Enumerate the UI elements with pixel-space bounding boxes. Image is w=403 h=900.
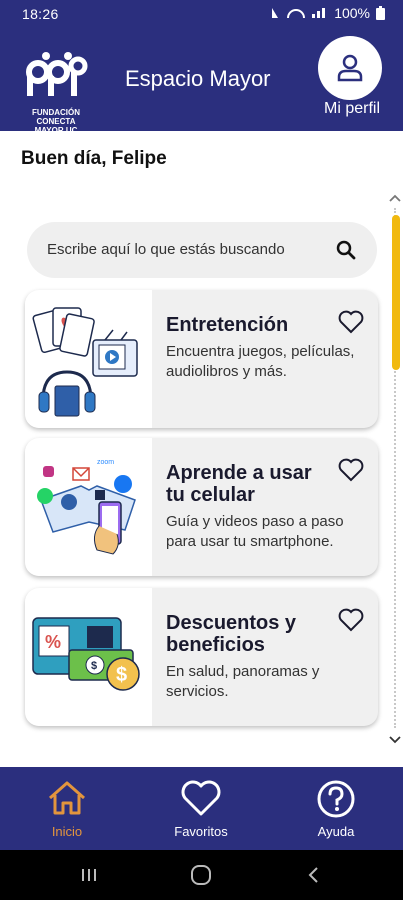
battery-text: 100% [334,5,370,21]
home-icon [49,781,85,815]
svg-text:%: % [45,632,61,652]
status-icons: 100% [268,5,385,21]
chevron-down-icon[interactable] [388,735,402,745]
card-title: Descuentos y beneficios [166,612,297,656]
card-entretencion[interactable]: Entretención Encuentra juegos, películas… [25,290,378,428]
heart-icon[interactable] [338,310,364,334]
card-aprende-celular[interactable]: zoom Aprende a usar tu celular Guía y vi… [25,438,378,576]
search-bar[interactable]: Escribe aquí lo que estás buscando [27,222,377,278]
signal-icon [272,8,326,19]
status-time: 18:26 [22,6,59,22]
help-icon [317,780,355,818]
bottom-navigation: Inicio Favoritos Ayuda [0,767,403,850]
smartphone-illustration: zoom [25,438,152,576]
profile-label[interactable]: Mi perfil [312,100,392,118]
nav-label: Inicio [51,824,83,839]
status-bar: 18:26 100% [0,0,403,28]
entertainment-illustration [25,290,152,428]
discounts-illustration: % $ $ [25,588,152,726]
svg-text:$: $ [116,664,127,686]
chevron-up-icon[interactable] [388,193,402,203]
heart-icon[interactable] [338,458,364,482]
logo-text: FUNDACIÓN CONECTA MAYOR UC [32,108,80,135]
card-description: Guía y videos paso a paso para usar tu s… [166,513,344,550]
battery-icon [376,6,385,20]
back-icon[interactable] [307,866,319,884]
profile-button[interactable] [318,36,382,100]
system-navigation [0,850,403,900]
heart-icon[interactable] [338,608,364,632]
nav-favoritos[interactable]: Favoritos [146,767,256,850]
nav-inicio[interactable]: Inicio [12,767,122,850]
search-placeholder[interactable]: Escribe aquí lo que estás buscando [47,241,285,258]
svg-text:$: $ [91,660,97,672]
app-header: FUNDACIÓN CONECTA MAYOR UC Espacio Mayor… [0,28,403,135]
profile-icon [337,54,363,82]
card-description: Encuentra juegos, películas, audiolibros… [166,343,355,380]
svg-text:zoom: zoom [97,459,114,466]
logo-icon [26,52,88,96]
greeting: Buen día, Felipe [21,148,167,169]
nav-ayuda[interactable]: Ayuda [281,767,391,850]
app-title: Espacio Mayor [125,66,271,91]
card-description: En salud, panoramas y servicios. [166,663,320,700]
card-title: Entretención [166,314,289,336]
card-title: Aprende a usar tu celular [166,462,312,506]
home-button-icon[interactable] [190,865,212,885]
recent-apps-icon[interactable] [80,867,98,883]
nav-label: Favoritos [174,824,228,839]
heart-icon [181,780,221,816]
card-descuentos[interactable]: % $ $ Descuentos y beneficios En salud, … [25,588,378,726]
nav-label: Ayuda [317,824,355,839]
search-icon[interactable] [335,239,357,261]
scrollbar-thumb[interactable] [392,215,400,370]
